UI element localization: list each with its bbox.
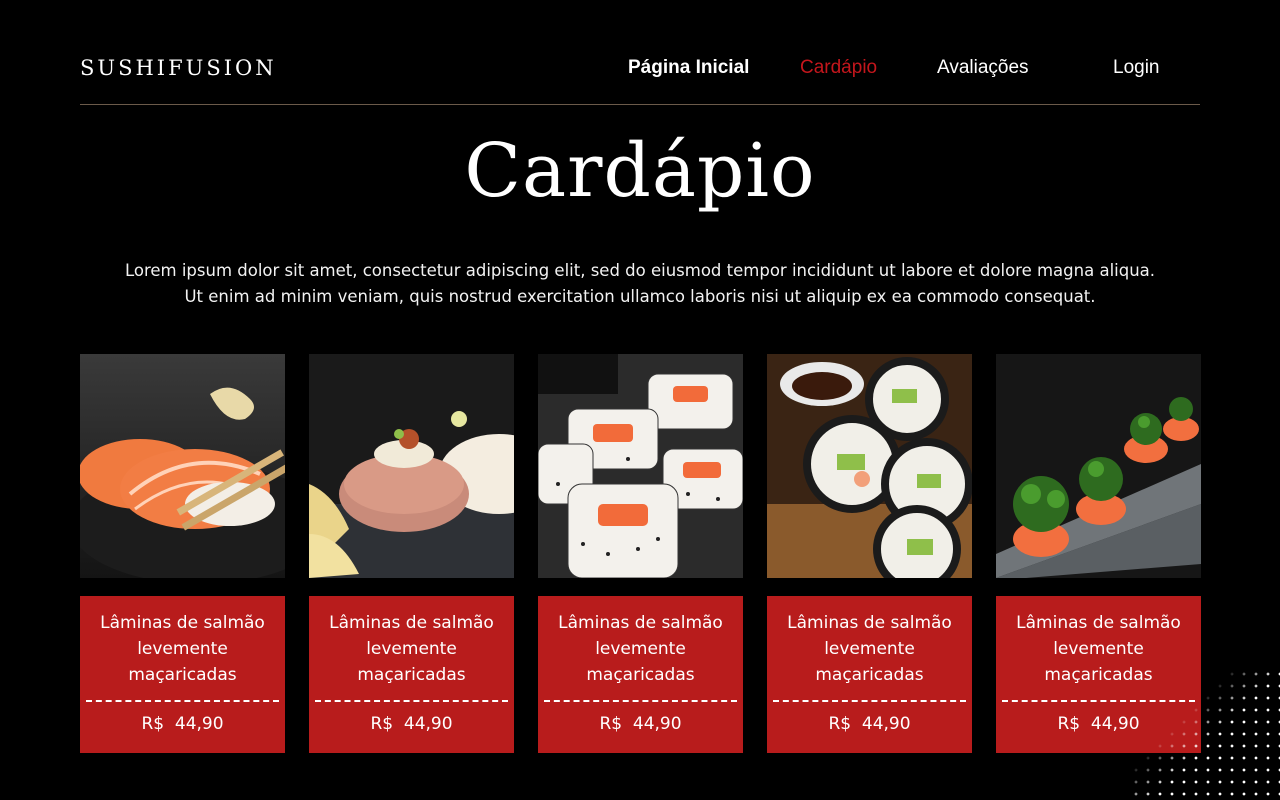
price-value: 44,90 [861, 714, 911, 734]
price-currency: R$ [1057, 714, 1081, 734]
dish-photo [80, 354, 285, 578]
salmon-rolls-photo [996, 354, 1201, 578]
dashed-divider [86, 700, 279, 702]
uramaki-photo [538, 354, 743, 578]
dish-name: Lâminas de salmão levemente maçaricadas [100, 613, 265, 685]
menu-card[interactable]: Lâminas de salmão levemente maçaricadas … [309, 354, 514, 753]
dish-price: R$ 44,90 [80, 714, 285, 734]
menu-card[interactable]: Lâminas de salmão levemente maçaricadas … [80, 354, 285, 753]
dish-info: Lâminas de salmão levemente maçaricadas … [309, 596, 514, 753]
menu-card[interactable]: Lâminas de salmão levemente maçaricadas … [767, 354, 972, 753]
tuna-nigiri-photo [309, 354, 514, 578]
price-value: 44,90 [403, 714, 453, 734]
page-title: Cardápio [464, 128, 816, 214]
dashed-divider [544, 700, 737, 702]
price-currency: R$ [828, 714, 852, 734]
dish-info: Lâminas de salmão levemente maçaricadas … [538, 596, 743, 753]
dish-info: Lâminas de salmão levemente maçaricadas … [80, 596, 285, 753]
dish-name: Lâminas de salmão levemente maçaricadas [329, 613, 494, 685]
dish-price: R$ 44,90 [538, 714, 743, 734]
price-value: 44,90 [632, 714, 682, 734]
dish-name: Lâminas de salmão levemente maçaricadas [787, 613, 952, 685]
dish-photo [996, 354, 1201, 578]
dish-price: R$ 44,90 [309, 714, 514, 734]
decorative-dot-pattern [1130, 668, 1280, 800]
nav-link-reviews[interactable]: Avaliações [937, 57, 1029, 79]
brand-logo[interactable]: SUSHIFUSION [80, 56, 277, 80]
menu-card[interactable]: Lâminas de salmão levemente maçaricadas … [538, 354, 743, 753]
dish-photo [309, 354, 514, 578]
salmon-nigiri-photo [80, 354, 285, 578]
dashed-divider [315, 700, 508, 702]
page-intro: Lorem ipsum dolor sit amet, consectetur … [124, 261, 1156, 306]
dish-price: R$ 44,90 [767, 714, 972, 734]
nav-link-menu[interactable]: Cardápio [800, 57, 877, 79]
price-currency: R$ [141, 714, 165, 734]
price-value: 44,90 [174, 714, 224, 734]
price-currency: R$ [370, 714, 394, 734]
dish-info: Lâminas de salmão levemente maçaricadas … [767, 596, 972, 753]
site-header: SUSHIFUSION Página Inicial Cardápio Aval… [80, 40, 1200, 105]
dish-photo [538, 354, 743, 578]
dashed-divider [773, 700, 966, 702]
dish-name: Lâminas de salmão levemente maçaricadas [558, 613, 723, 685]
price-currency: R$ [599, 714, 623, 734]
dish-photo [767, 354, 972, 578]
nav-link-login[interactable]: Login [1113, 57, 1160, 79]
futomaki-photo [767, 354, 972, 578]
nav-link-home[interactable]: Página Inicial [628, 57, 749, 79]
